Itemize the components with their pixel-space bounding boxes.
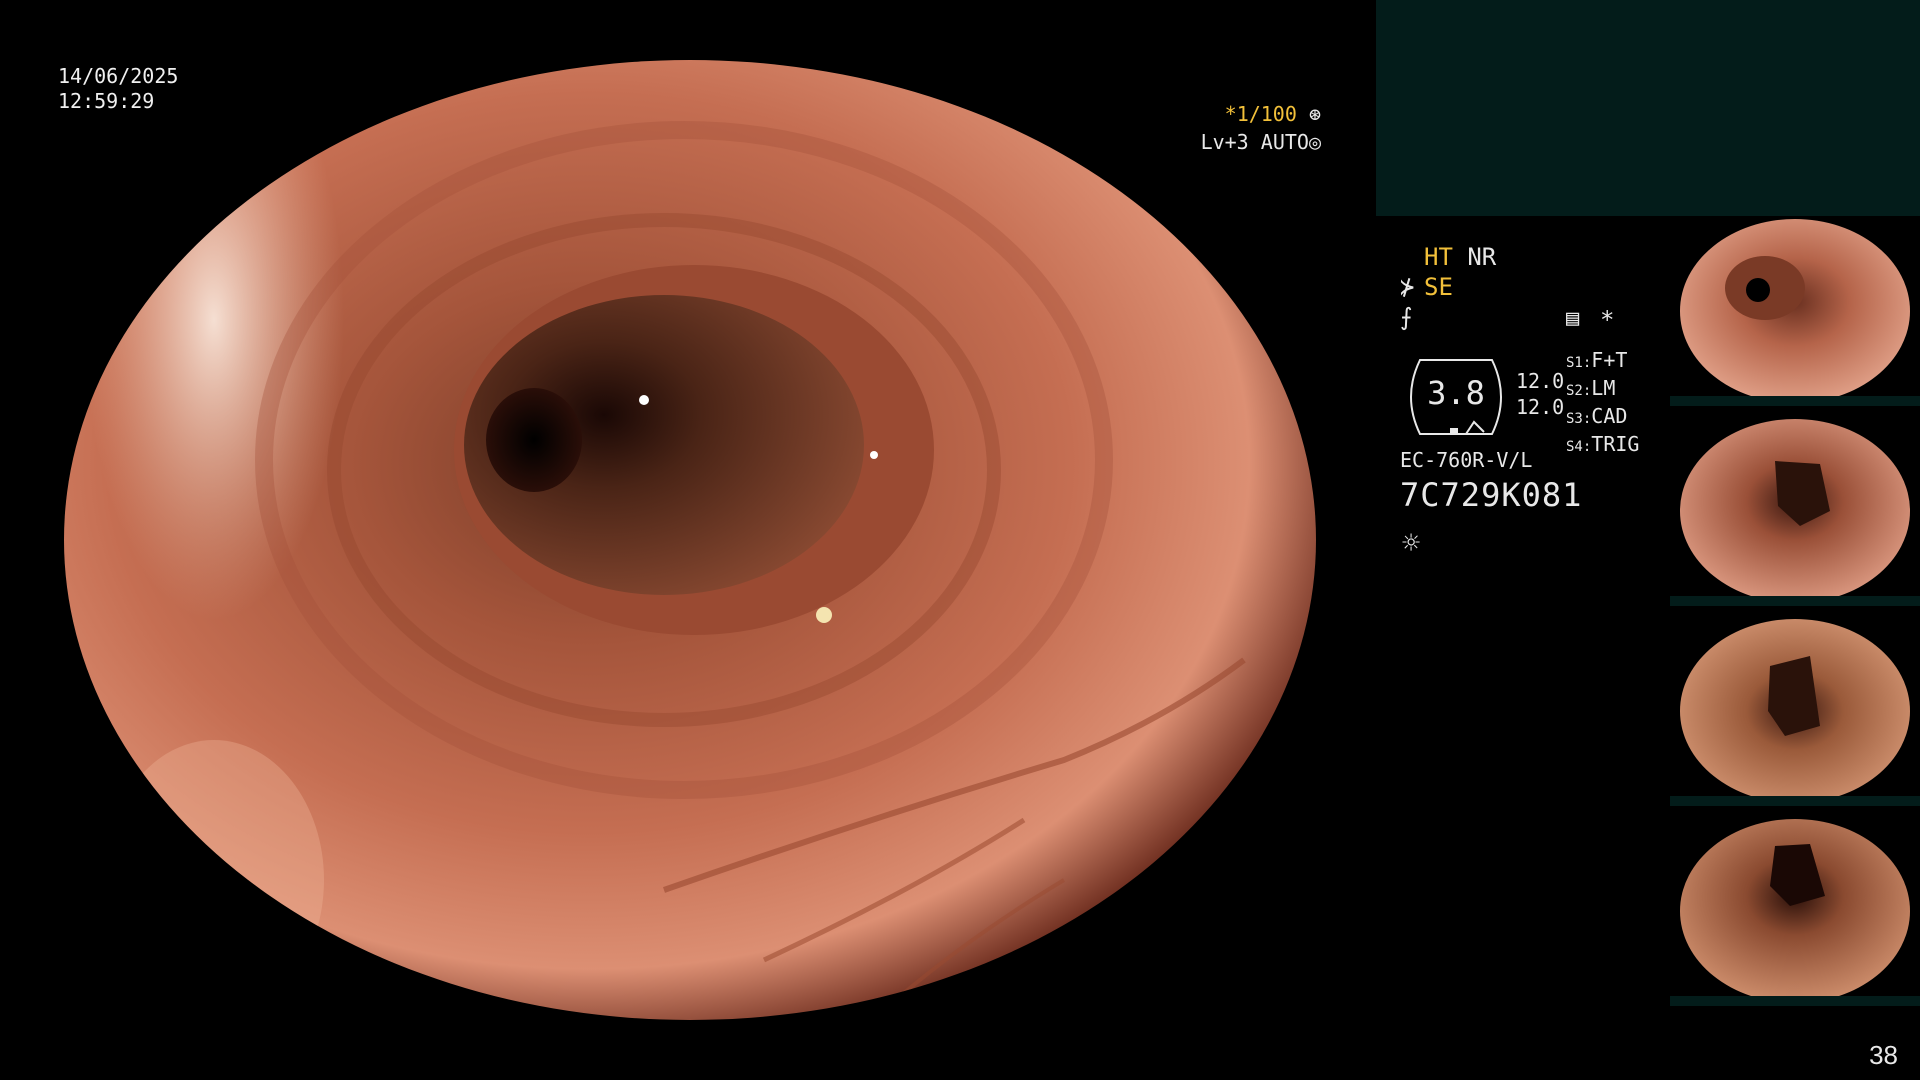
gauge-value-1: 12.0 [1516,369,1565,393]
gauge-value: 3.8 [1427,374,1485,412]
ht-label: HT [1424,243,1453,271]
thumbnail-4[interactable] [1670,816,1920,1006]
mode-line-1: HT NR [1400,242,1496,272]
bending-icon: ⊁ [1400,273,1415,301]
asterisk-icon: * [1600,306,1615,334]
shutter-speed: 1/100 [1236,102,1297,126]
level-line: Lv+3 AUTO◎ [1196,128,1321,156]
thumbnail-image [1670,219,1920,406]
freeze-icon: ⨍ [1400,303,1413,331]
iris-icon: ◎ [1308,130,1321,154]
se-label: SE [1424,273,1453,301]
mode-line-3: ⨍ [1400,302,1496,332]
endoscope-view [64,60,1316,1020]
slot-list: S1:F+T S2:LM S3:CAD S4:TRIG [1566,348,1639,460]
thumbnail-image [1670,419,1920,606]
mode-text: AUTO [1260,130,1309,154]
mode-line-2: ⊁ SE [1400,272,1496,302]
thumbnail-1[interactable] [1670,216,1920,406]
time-text: 12:59:29 [58,89,155,113]
datetime: 14/06/2025 12:59:29 [58,64,178,114]
aperture-icon: ⊛ [1308,102,1321,126]
mode-indicators: HT NR ⊁ SE ⨍ [1400,242,1496,332]
slot-1: S1:F+T [1566,348,1628,372]
light-bulb-icon: ☼ [1402,526,1421,561]
date-text: 14/06/2025 [58,64,179,88]
thumbnail-3[interactable] [1670,616,1920,806]
nr-label: NR [1467,243,1497,271]
slot-2: S2:LM [1566,376,1616,400]
slot-4: S4:TRIG [1566,432,1640,456]
gauge-values: 12.0 12.0 [1516,368,1564,420]
thumbnail-image [1670,819,1920,1006]
thumbnail-2[interactable] [1670,416,1920,606]
exposure-info: *1/100 ⊛ Lv+3 AUTO◎ [1196,100,1321,156]
shutter-line: *1/100 ⊛ [1196,100,1321,128]
thumbnail-image [1670,619,1920,806]
scope-model: EC-760R-V/L [1400,448,1533,472]
slot-3: S3:CAD [1566,404,1628,428]
page-number: 38 [1869,1040,1898,1070]
info-panel-top [1376,0,1920,216]
level-text: Lv+3 [1200,130,1249,154]
settings-list-icon: ▤ [1566,306,1580,331]
gauge-value-2: 12.0 [1516,395,1565,419]
shutter-prefix: * [1224,102,1237,126]
scope-serial: 7C729K081 [1400,476,1583,514]
